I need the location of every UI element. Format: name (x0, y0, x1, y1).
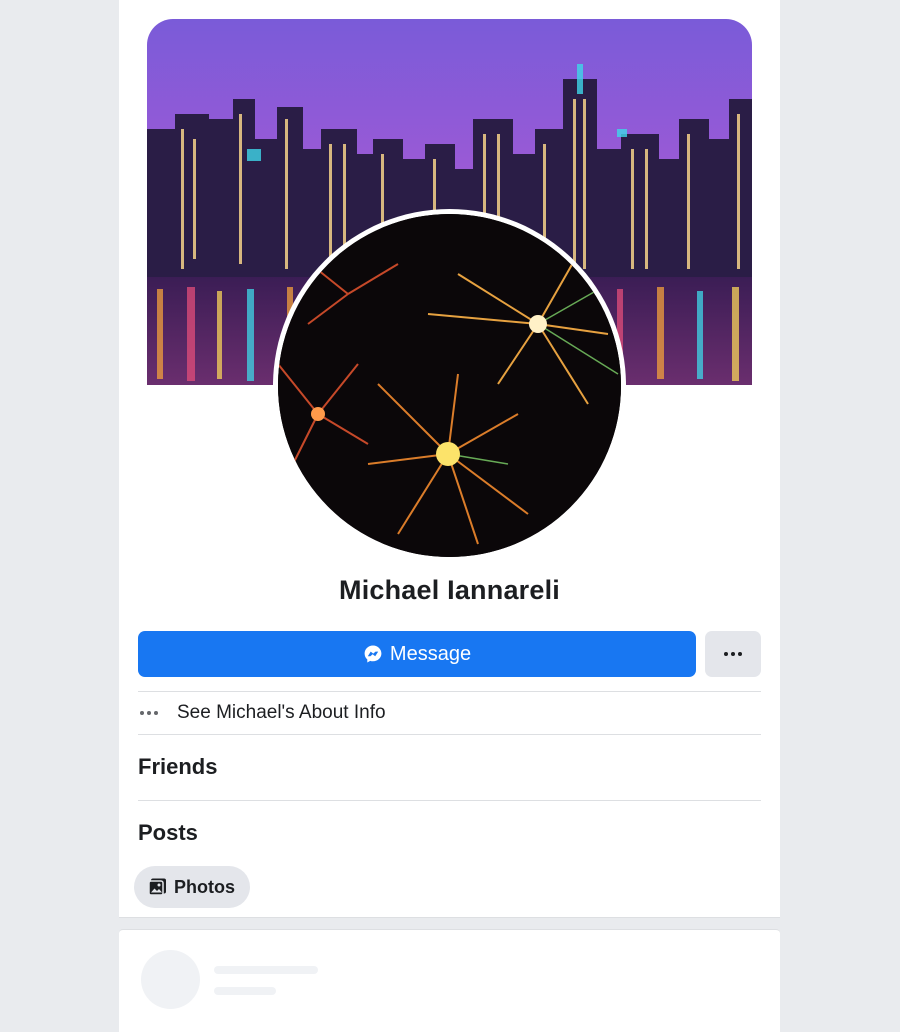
photos-icon (148, 878, 166, 896)
divider (138, 734, 761, 735)
photos-filter-button[interactable]: Photos (134, 866, 250, 908)
message-button[interactable]: Message (138, 631, 696, 677)
posts-heading: Posts (138, 820, 198, 845)
more-options-button[interactable] (705, 631, 761, 677)
message-button-label: Message (389, 642, 472, 665)
profile-card: Michael Iannareli Message See Michael's … (119, 0, 780, 918)
about-info-link[interactable]: See Michael's About Info (138, 692, 761, 734)
profile-picture[interactable] (278, 214, 621, 557)
loading-line-placeholder (214, 966, 318, 974)
loading-avatar-placeholder (141, 950, 200, 1009)
about-info-label: See Michael's About Info (177, 702, 386, 723)
profile-name: Michael Iannareli (339, 575, 560, 605)
photos-filter-label: Photos (174, 876, 235, 897)
post-placeholder-card (119, 929, 780, 1032)
profile-page: Michael Iannareli Message See Michael's … (0, 0, 900, 1032)
loading-line-placeholder (214, 987, 276, 995)
friends-heading[interactable]: Friends (138, 754, 217, 780)
more-options-icon (724, 652, 742, 656)
avatar-ring (273, 209, 626, 562)
more-dots-icon (140, 711, 160, 715)
divider (138, 800, 761, 801)
messenger-icon (364, 645, 382, 663)
